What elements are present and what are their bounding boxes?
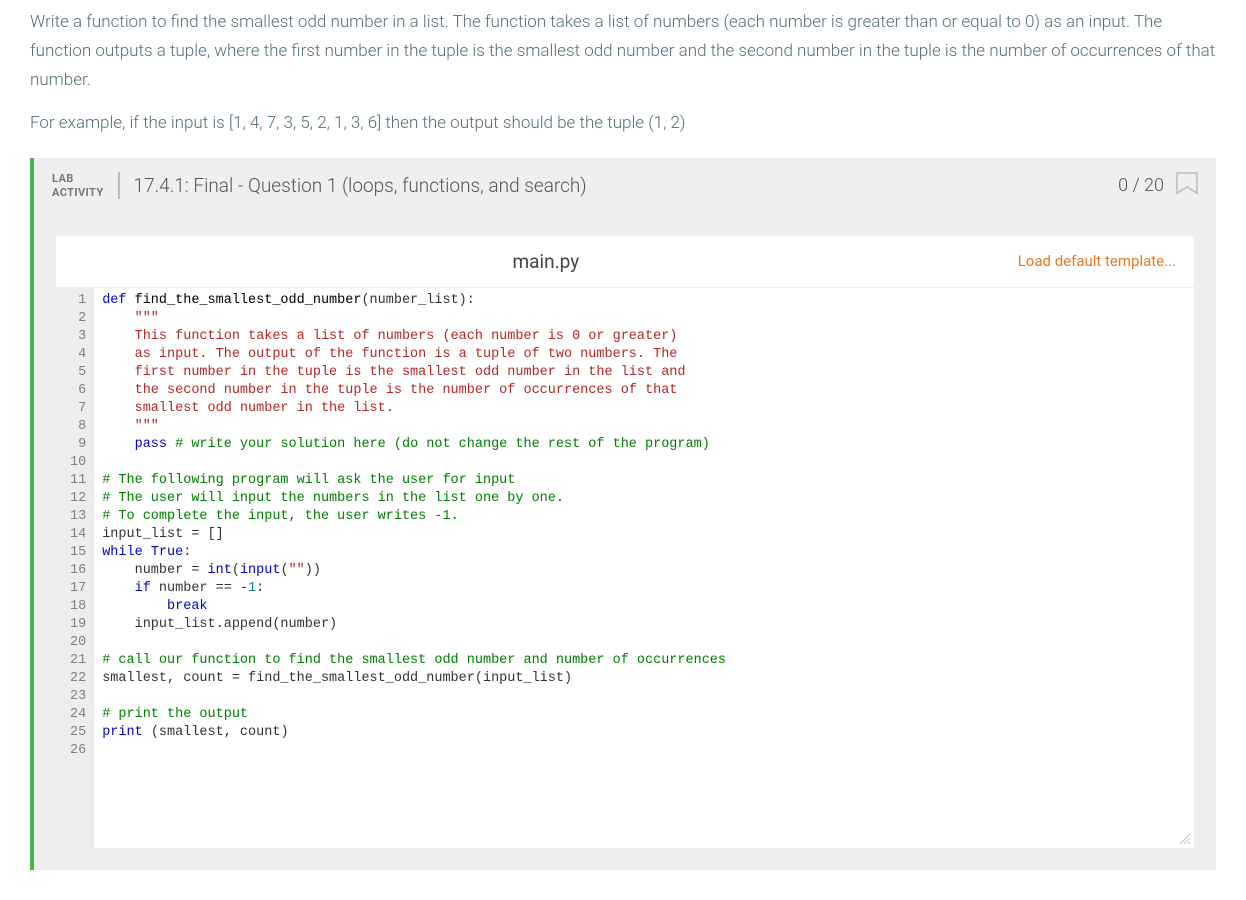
editor-wrapper: main.py Load default template... 1 2 3 4… — [34, 214, 1216, 870]
code-editor[interactable]: 1 2 3 4 5 6 7 8 9 10 11 12 13 14 15 16 1… — [56, 288, 1194, 848]
lab-label-line1: LAB — [52, 172, 104, 185]
intro-paragraph-2: For example, if the input is [1, 4, 7, 3… — [30, 109, 1216, 138]
bookmark-icon[interactable] — [1176, 172, 1198, 200]
editor-header: main.py Load default template... — [56, 236, 1194, 288]
lab-header: LAB ACTIVITY 17.4.1: Final - Question 1 … — [34, 158, 1216, 214]
lab-score: 0 / 20 — [1118, 175, 1164, 196]
lab-label-line2: ACTIVITY — [52, 186, 104, 199]
lab-title: 17.4.1: Final - Question 1 (loops, funct… — [120, 174, 1119, 197]
resize-grip-icon[interactable] — [1178, 832, 1192, 846]
filename-label: main.py — [74, 250, 1018, 273]
lab-activity-panel: LAB ACTIVITY 17.4.1: Final - Question 1 … — [30, 158, 1216, 870]
problem-description: Write a function to find the smallest od… — [30, 0, 1216, 138]
code-content[interactable]: def find_the_smallest_odd_number(number_… — [94, 288, 1194, 848]
load-default-template-link[interactable]: Load default template... — [1018, 252, 1176, 270]
intro-paragraph-1: Write a function to find the smallest od… — [30, 8, 1216, 95]
line-number-gutter: 1 2 3 4 5 6 7 8 9 10 11 12 13 14 15 16 1… — [56, 288, 94, 848]
lab-activity-label: LAB ACTIVITY — [52, 172, 120, 198]
